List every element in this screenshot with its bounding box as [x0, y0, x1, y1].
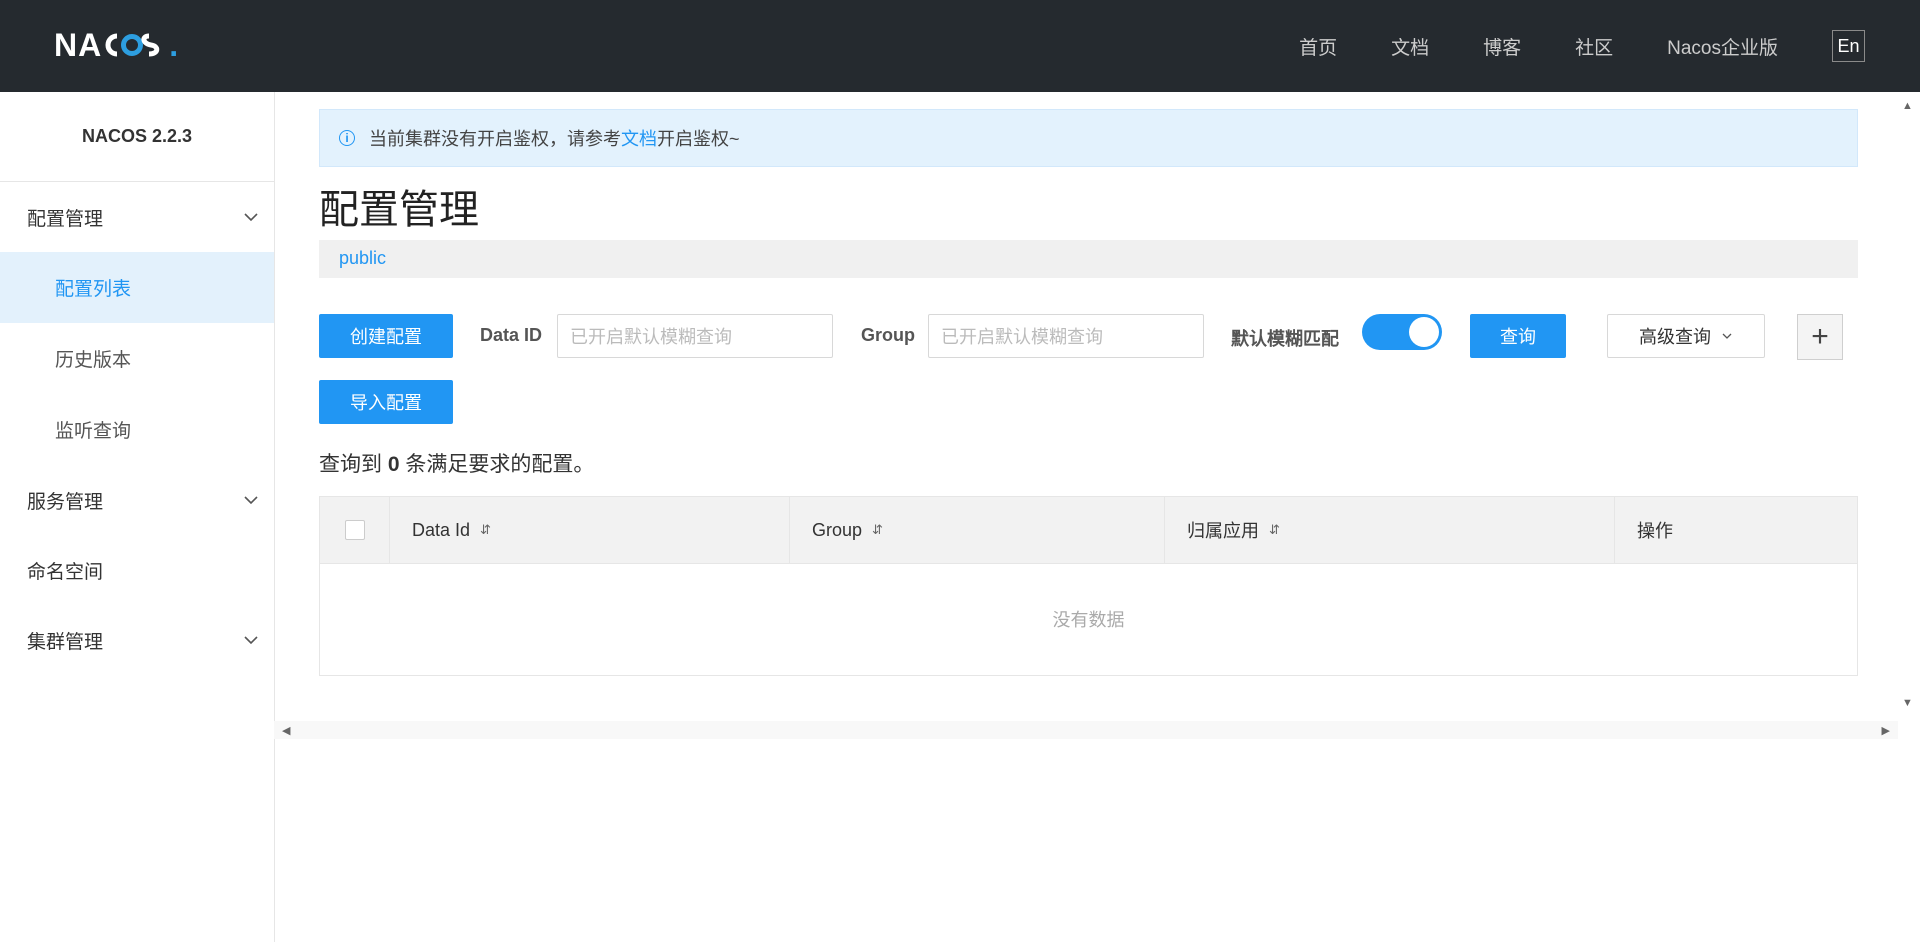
col-data-id-label: Data Id	[412, 519, 471, 540]
advanced-query-button[interactable]: 高级查询	[1607, 314, 1765, 358]
col-app-label: 归属应用	[1187, 521, 1259, 541]
group-label: Group	[861, 325, 915, 345]
config-table: Data Id ⇵ Group ⇵ 归属应用 ⇵ 操作 没有数据	[319, 496, 1858, 676]
nav-blog[interactable]: 博客	[1483, 33, 1521, 60]
advanced-query-label: 高级查询	[1639, 327, 1711, 347]
sidebar-group-label: 集群管理	[27, 631, 104, 653]
table-header: Data Id ⇵ Group ⇵ 归属应用 ⇵ 操作	[320, 497, 1857, 564]
nav-docs[interactable]: 文档	[1391, 33, 1429, 60]
logo-dot: .	[169, 26, 180, 63]
page-title: 配置管理	[319, 188, 479, 232]
col-actions-label: 操作	[1637, 521, 1673, 541]
fuzzy-match-toggle[interactable]	[1362, 314, 1442, 350]
sidebar-group-service[interactable]: 服务管理	[0, 465, 274, 535]
sort-icon[interactable]: ⇵	[480, 522, 491, 538]
sidebar-item-history[interactable]: 历史版本	[0, 323, 274, 394]
sidebar: NACOS 2.2.3 配置管理 配置列表 历史版本 监听查询 服务管理 命名空…	[0, 92, 275, 942]
col-group[interactable]: Group ⇵	[790, 497, 1165, 563]
sort-icon[interactable]: ⇵	[872, 522, 883, 538]
scroll-down-icon[interactable]: ▼	[1902, 697, 1913, 709]
select-all-cell	[320, 497, 390, 563]
sidebar-group-label: 命名空间	[27, 561, 104, 583]
language-switch-button[interactable]: En	[1832, 30, 1865, 62]
chevron-down-icon	[1722, 333, 1732, 339]
notice-text-after: 开启鉴权~	[657, 129, 740, 149]
sidebar-item-config-list[interactable]: 配置列表	[0, 252, 274, 323]
result-suffix: 条满足要求的配置。	[405, 453, 595, 476]
query-button[interactable]: 查询	[1470, 314, 1566, 358]
top-navbar: NA. 首页 文档 博客 社区 Nacos企业版 En	[0, 0, 1920, 92]
sidebar-group-label: 配置管理	[27, 208, 104, 230]
sidebar-group-config[interactable]: 配置管理	[0, 182, 274, 252]
auth-notice: i 当前集群没有开启鉴权，请参考 文档 开启鉴权~	[319, 109, 1858, 167]
sidebar-group-label: 服务管理	[27, 491, 104, 513]
sidebar-group-cluster[interactable]: 集群管理	[0, 605, 274, 675]
fuzzy-match-label: 默认模糊匹配	[1231, 329, 1339, 349]
col-data-id[interactable]: Data Id ⇵	[390, 497, 790, 563]
nav-enterprise[interactable]: Nacos企业版	[1667, 33, 1778, 60]
chevron-down-icon	[244, 636, 258, 645]
empty-state: 没有数据	[1052, 610, 1125, 630]
chevron-down-icon	[244, 496, 258, 505]
query-result-summary: 查询到 0 条满足要求的配置。	[319, 448, 594, 478]
chevron-down-icon	[244, 213, 258, 222]
scroll-left-icon[interactable]: ◀	[282, 724, 290, 737]
select-all-checkbox[interactable]	[344, 520, 365, 540]
scroll-right-icon[interactable]: ▶	[1882, 724, 1890, 737]
nav-home[interactable]: 首页	[1299, 33, 1337, 60]
nav-community[interactable]: 社区	[1575, 33, 1613, 60]
col-group-label: Group	[812, 519, 863, 540]
add-icon[interactable]: +	[1797, 314, 1843, 360]
sidebar-item-namespace[interactable]: 命名空间	[0, 535, 274, 605]
notice-doc-link[interactable]: 文档	[621, 125, 657, 151]
data-id-input[interactable]: 已开启默认模糊查询	[557, 314, 833, 358]
toggle-knob	[1409, 317, 1439, 347]
logo-text-left: NA	[54, 26, 103, 63]
col-actions: 操作	[1615, 497, 1857, 563]
sort-icon[interactable]: ⇵	[1269, 522, 1280, 538]
logo-co-glyph-icon	[105, 33, 160, 57]
nacos-logo[interactable]: NA.	[54, 26, 180, 63]
col-app[interactable]: 归属应用 ⇵	[1165, 497, 1615, 563]
group-input[interactable]: 已开启默认模糊查询	[928, 314, 1204, 358]
sidebar-item-listener-query[interactable]: 监听查询	[0, 394, 274, 465]
create-config-button[interactable]: 创建配置	[319, 314, 453, 358]
result-count: 0	[387, 453, 400, 476]
version-label: NACOS 2.2.3	[0, 92, 274, 182]
namespace-bar: public	[319, 240, 1858, 278]
scroll-up-icon[interactable]: ▲	[1902, 100, 1913, 112]
notice-text: 当前集群没有开启鉴权，请参考	[369, 129, 621, 149]
result-prefix: 查询到	[319, 453, 382, 476]
data-id-label: Data ID	[480, 325, 543, 345]
logo-text-co	[103, 32, 167, 58]
import-config-button[interactable]: 导入配置	[319, 380, 453, 424]
top-nav: 首页 文档 博客 社区 Nacos企业版 En	[1299, 0, 1920, 92]
info-icon: i	[339, 130, 355, 146]
namespace-tab-public[interactable]: public	[339, 248, 386, 269]
horizontal-scrollbar[interactable]: ◀ ▶	[274, 721, 1898, 739]
